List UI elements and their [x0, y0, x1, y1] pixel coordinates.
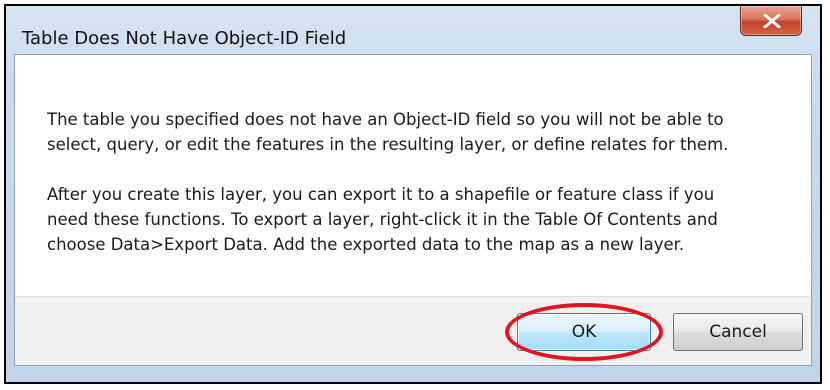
dialog-window: Table Does Not Have Object-ID Field The … — [4, 4, 822, 384]
close-button[interactable] — [740, 6, 802, 36]
button-bar: OK Cancel — [15, 296, 811, 365]
message-paragraph-1: The table you specified does not have an… — [47, 110, 729, 154]
ok-button[interactable]: OK — [517, 313, 651, 351]
dialog-body: The table you specified does not have an… — [14, 54, 812, 366]
message-text: The table you specified does not have an… — [47, 107, 787, 257]
close-icon — [763, 14, 781, 28]
message-paragraph-2: After you create this layer, you can exp… — [47, 185, 718, 254]
cancel-button[interactable]: Cancel — [673, 313, 803, 351]
dialog-title: Table Does Not Have Object-ID Field — [22, 28, 347, 49]
